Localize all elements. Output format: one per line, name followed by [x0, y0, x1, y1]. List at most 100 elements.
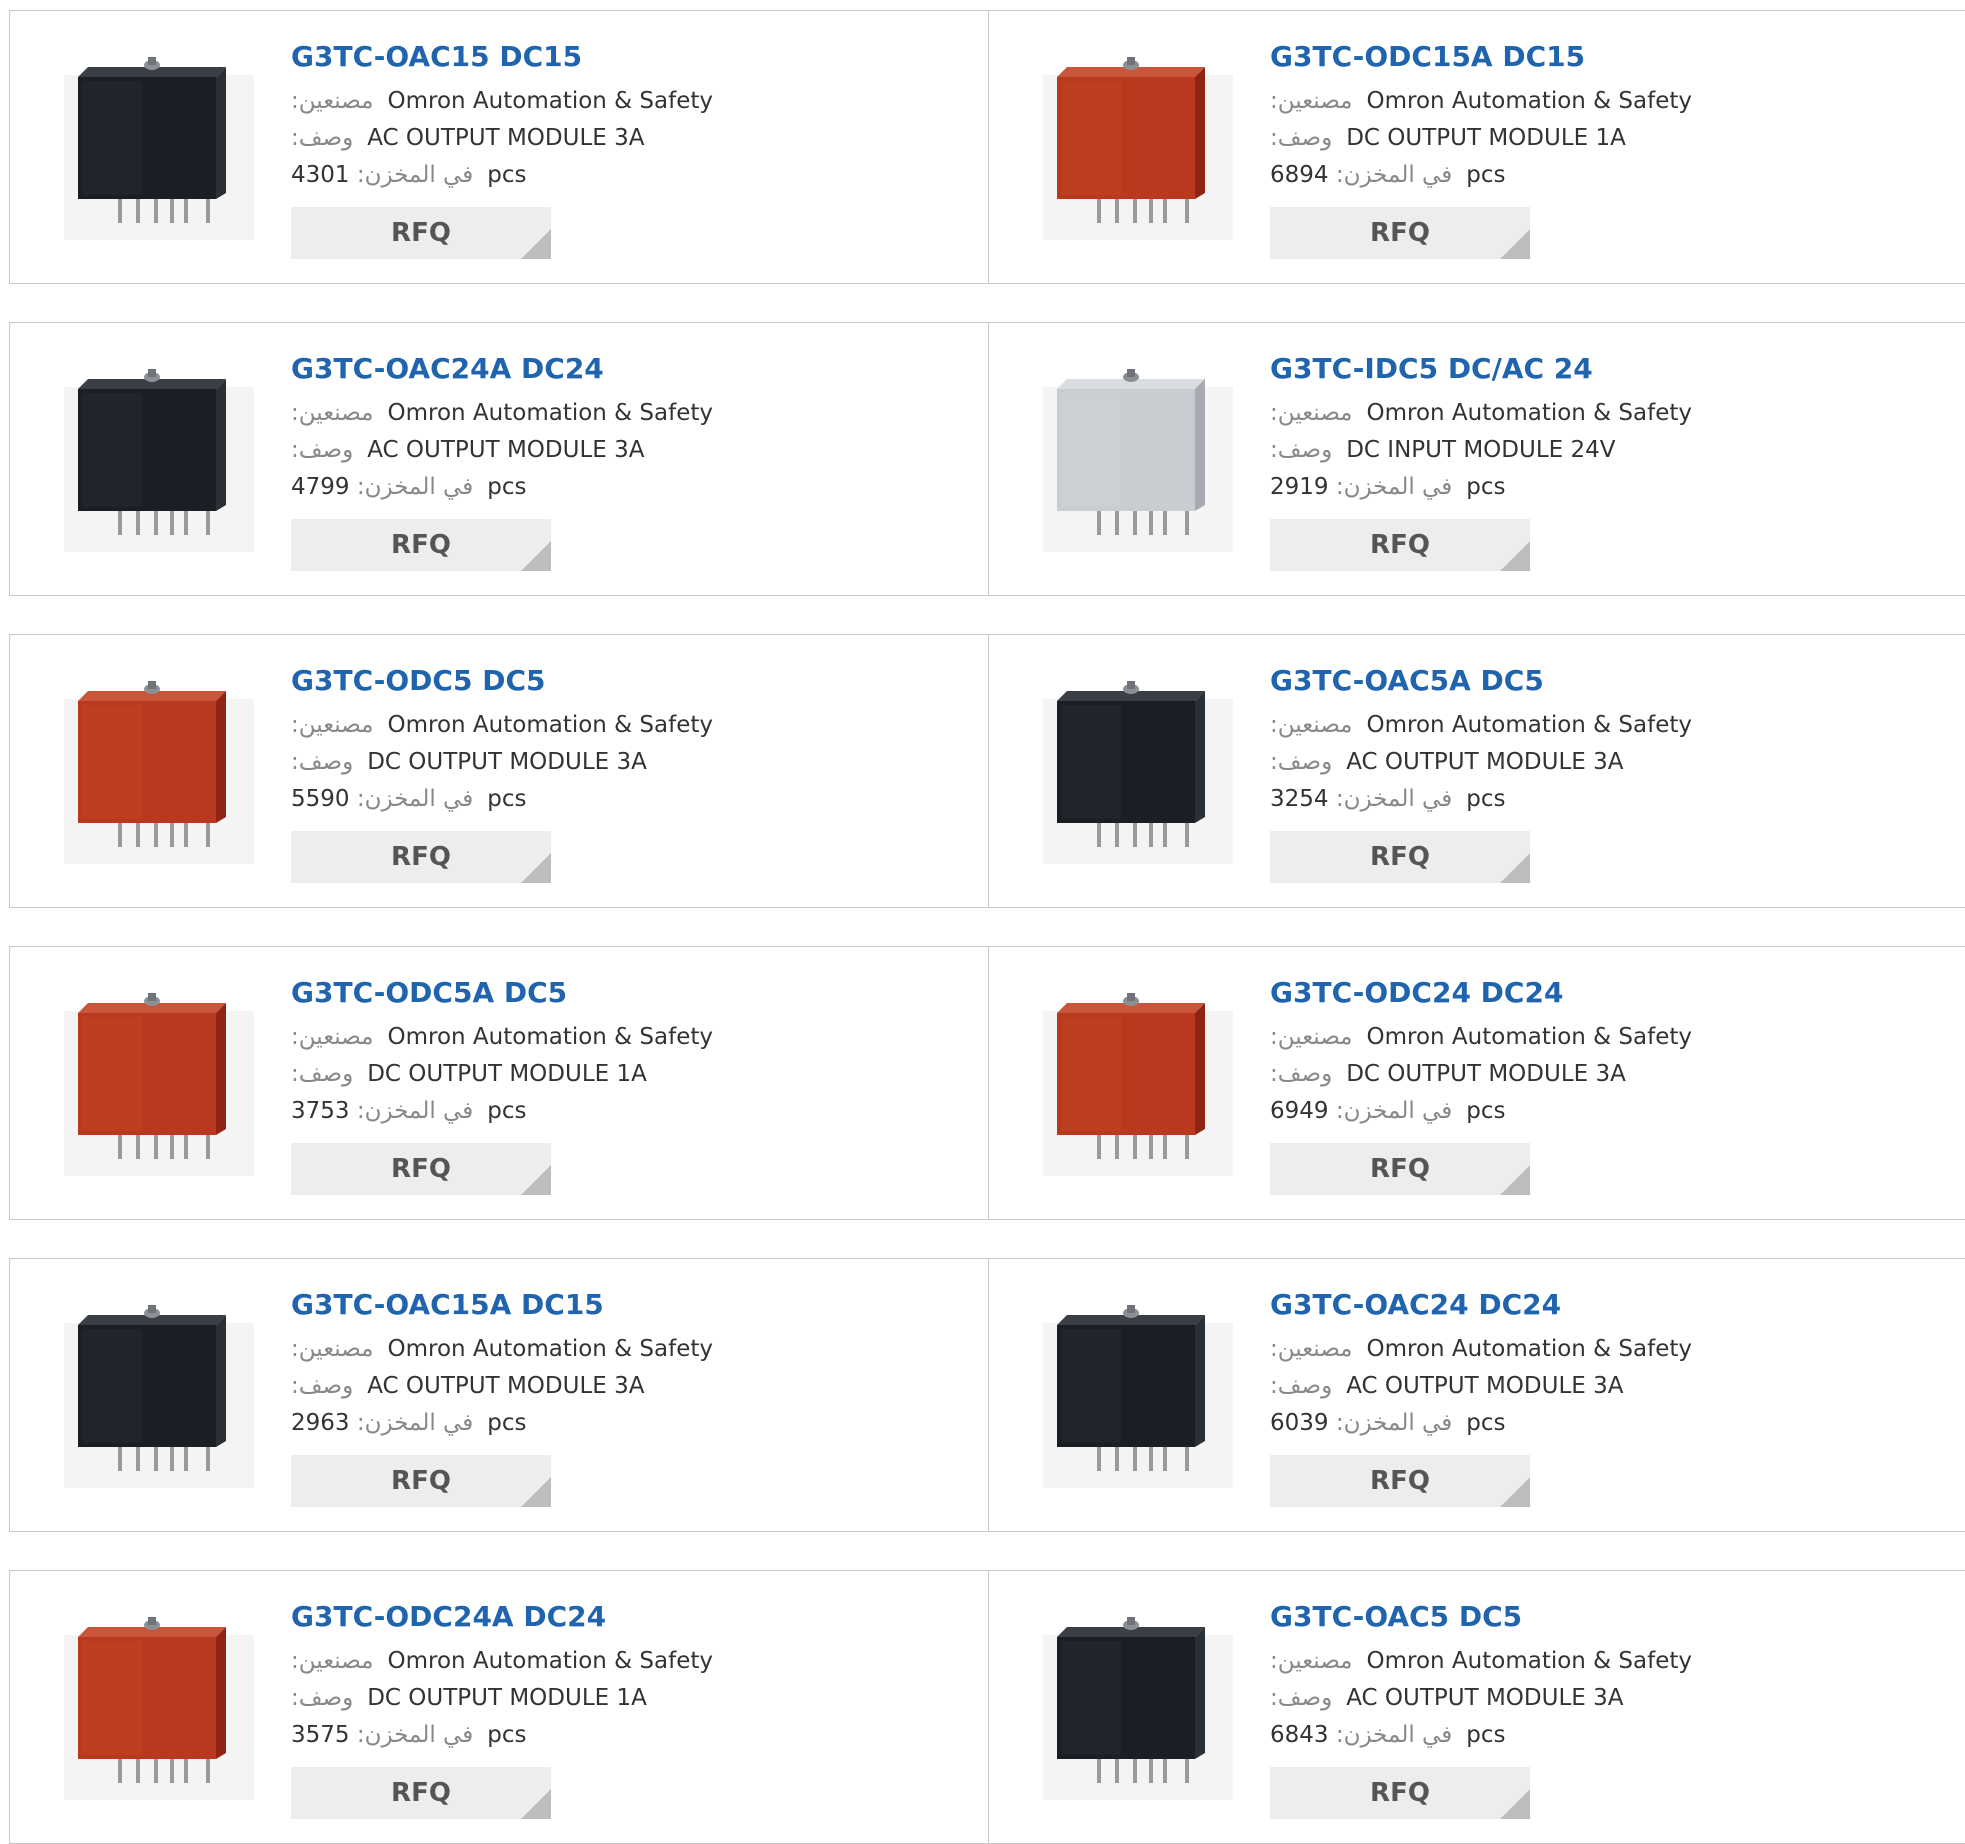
product-title-link[interactable]: G3TC-ODC24 DC24 — [1270, 975, 1950, 1011]
stock-label: في المخزن: — [356, 474, 474, 500]
manufacturer-line: مصنعين: Omron Automation & Safety — [291, 1019, 971, 1056]
product-title-link[interactable]: G3TC-OAC15A DC15 — [291, 1287, 971, 1323]
product-info: G3TC-ODC5A DC5 مصنعين: Omron Automation &… — [291, 975, 971, 1195]
description-value: AC OUTPUT MODULE 3A — [367, 437, 645, 463]
rfq-button[interactable]: RFQ — [1270, 519, 1530, 571]
stock-value: 5590 — [291, 786, 350, 812]
rfq-button[interactable]: RFQ — [291, 207, 551, 259]
product-image[interactable] — [1035, 1293, 1240, 1498]
manufacturer-line: مصنعين: Omron Automation & Safety — [291, 1331, 971, 1368]
product-info: G3TC-ODC24 DC24 مصنعين: Omron Automation … — [1270, 975, 1950, 1195]
product-card: G3TC-ODC24A DC24 مصنعين: Omron Automation… — [10, 1571, 988, 1843]
product-image[interactable] — [56, 1293, 261, 1498]
manufacturer-value: Omron Automation & Safety — [1366, 400, 1693, 426]
product-image[interactable] — [1035, 669, 1240, 874]
description-line: وصف: DC OUTPUT MODULE 1A — [1270, 120, 1950, 157]
manufacturer-line: مصنعين: Omron Automation & Safety — [1270, 1331, 1950, 1368]
product-info: G3TC-OAC24 DC24 مصنعين: Omron Automation … — [1270, 1287, 1950, 1507]
stock-unit: pcs — [1466, 1098, 1506, 1124]
product-image[interactable] — [56, 669, 261, 874]
product-title-link[interactable]: G3TC-ODC5A DC5 — [291, 975, 971, 1011]
product-title-link[interactable]: G3TC-ODC5 DC5 — [291, 663, 971, 699]
rfq-button[interactable]: RFQ — [291, 519, 551, 571]
description-value: DC OUTPUT MODULE 1A — [367, 1685, 647, 1711]
rfq-button-label: RFQ — [391, 1778, 451, 1808]
description-value: DC OUTPUT MODULE 1A — [1346, 125, 1626, 151]
product-image[interactable] — [1035, 1605, 1240, 1810]
product-title-link[interactable]: G3TC-ODC24A DC24 — [291, 1599, 971, 1635]
description-value: AC OUTPUT MODULE 3A — [367, 1373, 645, 1399]
red-module-icon — [1043, 57, 1233, 240]
manufacturer-label: مصنعين: — [1270, 712, 1353, 738]
stock-unit: pcs — [1466, 162, 1506, 188]
product-title-link[interactable]: G3TC-OAC24 DC24 — [1270, 1287, 1950, 1323]
product-card: G3TC-OAC15 DC15 مصنعين: Omron Automation … — [10, 11, 988, 283]
product-image[interactable] — [1035, 357, 1240, 562]
description-line: وصف: AC OUTPUT MODULE 3A — [291, 120, 971, 157]
stock-unit: pcs — [487, 162, 527, 188]
manufacturer-label: مصنعين: — [1270, 400, 1353, 426]
description-value: DC OUTPUT MODULE 3A — [1346, 1061, 1626, 1087]
product-image[interactable] — [56, 45, 261, 250]
description-line: وصف: AC OUTPUT MODULE 3A — [1270, 744, 1950, 781]
stock-line: 6949 في المخزن: pcs — [1270, 1093, 1950, 1130]
rfq-button[interactable]: RFQ — [291, 1767, 551, 1819]
product-title-link[interactable]: G3TC-OAC5 DC5 — [1270, 1599, 1950, 1635]
product-info: G3TC-IDC5 DC/AC 24 مصنعين: Omron Automati… — [1270, 351, 1950, 571]
rfq-button[interactable]: RFQ — [1270, 831, 1530, 883]
rfq-button[interactable]: RFQ — [1270, 1143, 1530, 1195]
stock-line: 6843 في المخزن: pcs — [1270, 1717, 1950, 1754]
product-card: G3TC-OAC5A DC5 مصنعين: Omron Automation &… — [988, 635, 1965, 907]
manufacturer-line: مصنعين: Omron Automation & Safety — [291, 83, 971, 120]
product-image[interactable] — [1035, 981, 1240, 1186]
rfq-button[interactable]: RFQ — [1270, 1455, 1530, 1507]
rfq-button-label: RFQ — [391, 530, 451, 560]
product-image[interactable] — [56, 1605, 261, 1810]
rfq-button-label: RFQ — [391, 842, 451, 872]
stock-line: 2963 في المخزن: pcs — [291, 1405, 971, 1442]
product-card: G3TC-ODC24 DC24 مصنعين: Omron Automation … — [988, 947, 1965, 1219]
manufacturer-label: مصنعين: — [291, 400, 374, 426]
manufacturer-value: Omron Automation & Safety — [387, 400, 714, 426]
corner-triangle-icon — [1500, 229, 1530, 259]
product-info: G3TC-ODC24A DC24 مصنعين: Omron Automation… — [291, 1599, 971, 1819]
product-title-link[interactable]: G3TC-OAC24A DC24 — [291, 351, 971, 387]
product-image[interactable] — [56, 357, 261, 562]
product-title-link[interactable]: G3TC-ODC15A DC15 — [1270, 39, 1950, 75]
stock-unit: pcs — [487, 1098, 527, 1124]
description-label: وصف: — [1270, 437, 1333, 463]
description-value: AC OUTPUT MODULE 3A — [1346, 749, 1624, 775]
product-title-link[interactable]: G3TC-OAC15 DC15 — [291, 39, 971, 75]
rfq-button-label: RFQ — [391, 1154, 451, 1184]
stock-value: 4799 — [291, 474, 350, 500]
product-row: G3TC-OAC15 DC15 مصنعين: Omron Automation … — [9, 10, 1965, 284]
rfq-button[interactable]: RFQ — [291, 1455, 551, 1507]
description-line: وصف: DC OUTPUT MODULE 3A — [291, 744, 971, 781]
description-label: وصف: — [1270, 1685, 1333, 1711]
description-value: AC OUTPUT MODULE 3A — [1346, 1685, 1624, 1711]
product-info: G3TC-OAC5 DC5 مصنعين: Omron Automation & … — [1270, 1599, 1950, 1819]
stock-label: في المخزن: — [1335, 1410, 1453, 1436]
rfq-button[interactable]: RFQ — [291, 831, 551, 883]
stock-value: 3575 — [291, 1722, 350, 1748]
rfq-button-label: RFQ — [1370, 1466, 1430, 1496]
product-image[interactable] — [56, 981, 261, 1186]
product-title-link[interactable]: G3TC-IDC5 DC/AC 24 — [1270, 351, 1950, 387]
rfq-button[interactable]: RFQ — [1270, 207, 1530, 259]
corner-triangle-icon — [1500, 1165, 1530, 1195]
manufacturer-line: مصنعين: Omron Automation & Safety — [1270, 707, 1950, 744]
rfq-button[interactable]: RFQ — [1270, 1767, 1530, 1819]
black-module-icon — [1043, 1617, 1233, 1800]
black-module-icon — [64, 57, 254, 240]
product-image[interactable] — [1035, 45, 1240, 250]
corner-triangle-icon — [521, 1165, 551, 1195]
manufacturer-value: Omron Automation & Safety — [387, 1024, 714, 1050]
stock-unit: pcs — [487, 474, 527, 500]
stock-unit: pcs — [1466, 474, 1506, 500]
stock-value: 4301 — [291, 162, 350, 188]
product-title-link[interactable]: G3TC-OAC5A DC5 — [1270, 663, 1950, 699]
manufacturer-label: مصنعين: — [1270, 1336, 1353, 1362]
manufacturer-value: Omron Automation & Safety — [1366, 712, 1693, 738]
rfq-button[interactable]: RFQ — [291, 1143, 551, 1195]
manufacturer-label: مصنعين: — [291, 1648, 374, 1674]
